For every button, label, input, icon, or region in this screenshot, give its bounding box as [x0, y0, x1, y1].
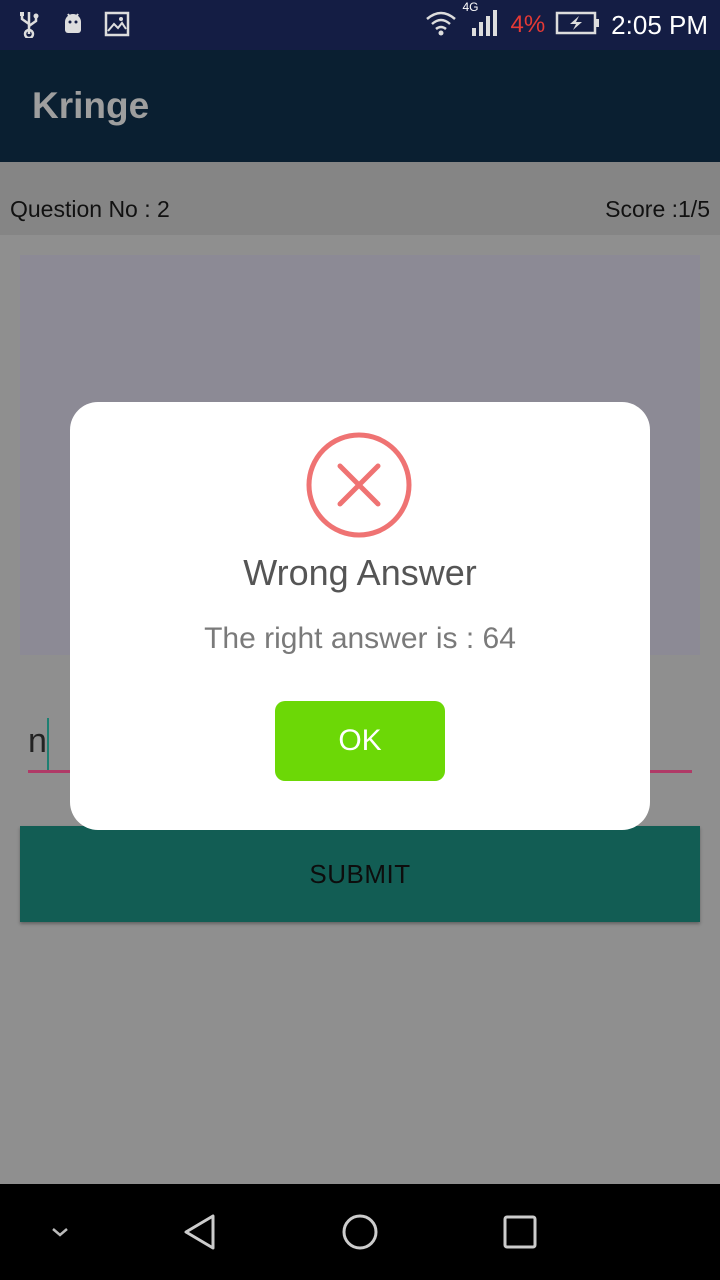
navigation-bar	[0, 1184, 720, 1280]
submit-button-label: SUBMIT	[309, 858, 411, 889]
back-icon[interactable]	[170, 1184, 230, 1280]
battery-percent: 4%	[510, 11, 546, 38]
score-label: Score :1/5	[605, 196, 710, 222]
signal-icon: 4G	[462, 0, 500, 42]
submit-button[interactable]: SUBMIT	[20, 826, 700, 922]
ok-button-label: OK	[338, 724, 382, 757]
text-cursor	[47, 718, 49, 770]
ok-button[interactable]: OK	[275, 701, 445, 781]
dialog-message: The right answer is : 64	[204, 622, 516, 655]
status-bar: 4G 4% 2:05 PM	[0, 0, 720, 50]
question-number-label: Question No : 2	[10, 196, 170, 222]
quiz-info-row: Question No : 2 Score :1/5	[0, 162, 720, 235]
recents-icon[interactable]	[490, 1184, 550, 1280]
wifi-icon	[424, 9, 458, 41]
answer-input-value: n	[28, 722, 47, 760]
app-bar: Kringe	[0, 50, 720, 162]
android-debug-icon	[60, 10, 86, 42]
dialog-title: Wrong Answer	[243, 552, 477, 593]
error-x-icon	[306, 432, 412, 538]
app-title: Kringe	[32, 85, 150, 126]
usb-icon	[16, 10, 42, 42]
wrong-answer-dialog: Wrong Answer The right answer is : 64 OK	[70, 402, 650, 830]
battery-charging-icon	[555, 11, 601, 39]
home-icon[interactable]	[330, 1184, 390, 1280]
collapse-chevron-icon[interactable]	[30, 1184, 90, 1280]
clock: 2:05 PM	[611, 9, 708, 40]
network-type: 4G	[462, 0, 479, 14]
image-icon	[104, 11, 130, 41]
